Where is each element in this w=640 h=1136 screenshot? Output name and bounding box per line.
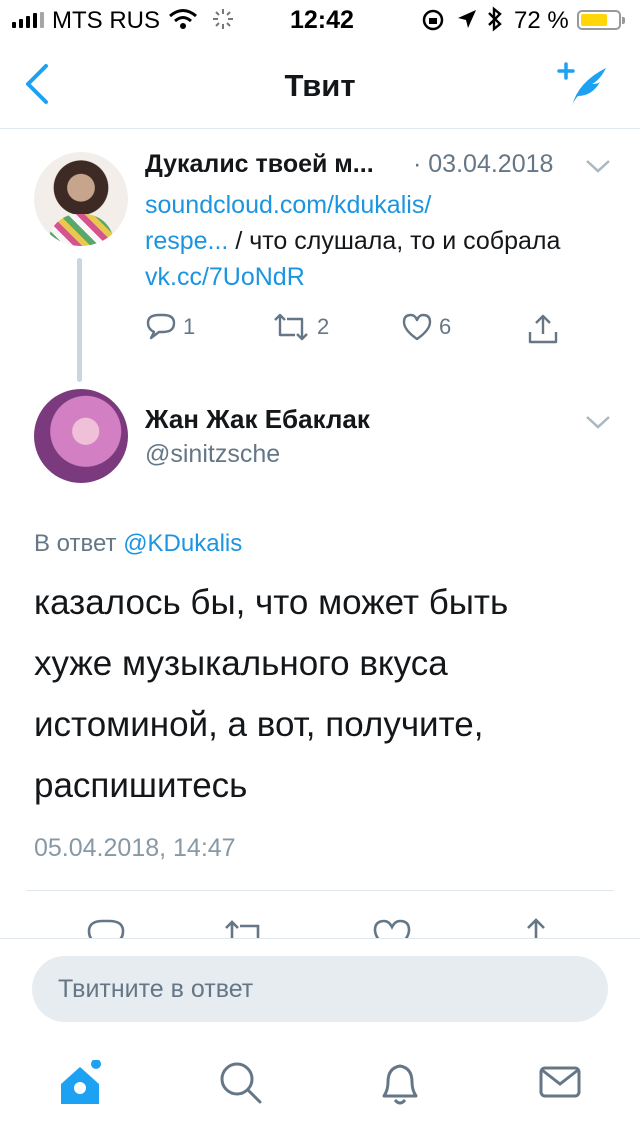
main-like-icon[interactable]	[372, 918, 412, 938]
tab-bar	[0, 1040, 640, 1136]
main-reply-icon[interactable]	[86, 918, 126, 938]
parent-tweet-text: soundcloud.com/kdukalis/respe... / что с…	[145, 191, 561, 291]
parent-tweet-menu-chevron-icon[interactable]	[585, 158, 611, 174]
tab-messages[interactable]	[538, 1060, 582, 1109]
main-tweet-menu-chevron-icon[interactable]	[585, 414, 611, 430]
reply-bar-divider	[0, 938, 640, 939]
tab-search[interactable]	[218, 1060, 264, 1111]
reply-input[interactable]	[32, 956, 608, 1022]
parent-like-button[interactable]: 6	[401, 312, 451, 342]
thread-connector-line	[77, 258, 82, 382]
main-retweet-icon[interactable]	[222, 918, 268, 938]
search-icon	[220, 1062, 262, 1104]
page-title: Твит	[284, 68, 356, 103]
share-icon	[528, 314, 558, 344]
bluetooth-icon	[488, 6, 502, 32]
retweet-icon	[274, 313, 308, 341]
parent-reply-count: 1	[183, 314, 196, 339]
parent-tweet-actions: 1 2 6	[145, 312, 585, 352]
parent-retweet-count: 2	[317, 314, 330, 339]
main-tweet-actions	[0, 910, 640, 938]
replying-to: В ответ @KDukalis	[34, 530, 243, 557]
vk-link[interactable]: vk.cc/7UoNdR	[145, 263, 305, 291]
main-share-icon[interactable]	[516, 916, 556, 938]
compose-icon[interactable]	[556, 62, 610, 110]
main-author-name[interactable]: Жан Жак Ебаклак	[145, 404, 370, 435]
main-author-handle[interactable]: @sinitzsche	[145, 440, 280, 469]
replying-to-handle-link[interactable]: @KDukalis	[123, 530, 242, 557]
parent-reply-button[interactable]: 1	[145, 312, 195, 342]
tab-notifications[interactable]	[378, 1060, 422, 1113]
wifi-icon	[169, 9, 197, 29]
parent-author-avatar[interactable]	[34, 152, 128, 246]
signal-strength-icon	[12, 12, 44, 28]
status-bar: MTS RUS 12:42 72 %	[0, 0, 640, 40]
parent-author-name[interactable]: Дукалис твоей м...	[145, 150, 374, 179]
notifications-icon	[382, 1064, 418, 1105]
parent-share-button[interactable]	[527, 312, 559, 346]
rotation-lock-icon	[422, 9, 444, 31]
like-icon	[402, 313, 432, 341]
main-tweet-timestamp: 05.04.2018, 14:47	[34, 834, 236, 862]
battery-icon	[577, 10, 625, 30]
main-author-avatar[interactable]	[34, 389, 128, 483]
divider	[26, 890, 614, 891]
activity-spinner-icon	[213, 9, 233, 29]
reply-icon	[146, 313, 176, 340]
battery-percent: 72 %	[514, 7, 569, 34]
location-icon	[458, 10, 476, 28]
carrier-name: MTS RUS	[52, 7, 160, 34]
parent-like-count: 6	[439, 314, 452, 339]
messages-icon	[539, 1066, 581, 1098]
parent-retweet-button[interactable]: 2	[271, 312, 329, 342]
main-tweet-text: казалось бы, что может быть хуже музыкал…	[34, 583, 509, 805]
parent-tweet-date: · 03.04.2018	[413, 150, 554, 178]
tab-home[interactable]	[58, 1059, 108, 1115]
home-icon	[61, 1059, 101, 1104]
status-time: 12:42	[290, 6, 354, 34]
navigation-bar: Твит	[0, 40, 640, 129]
